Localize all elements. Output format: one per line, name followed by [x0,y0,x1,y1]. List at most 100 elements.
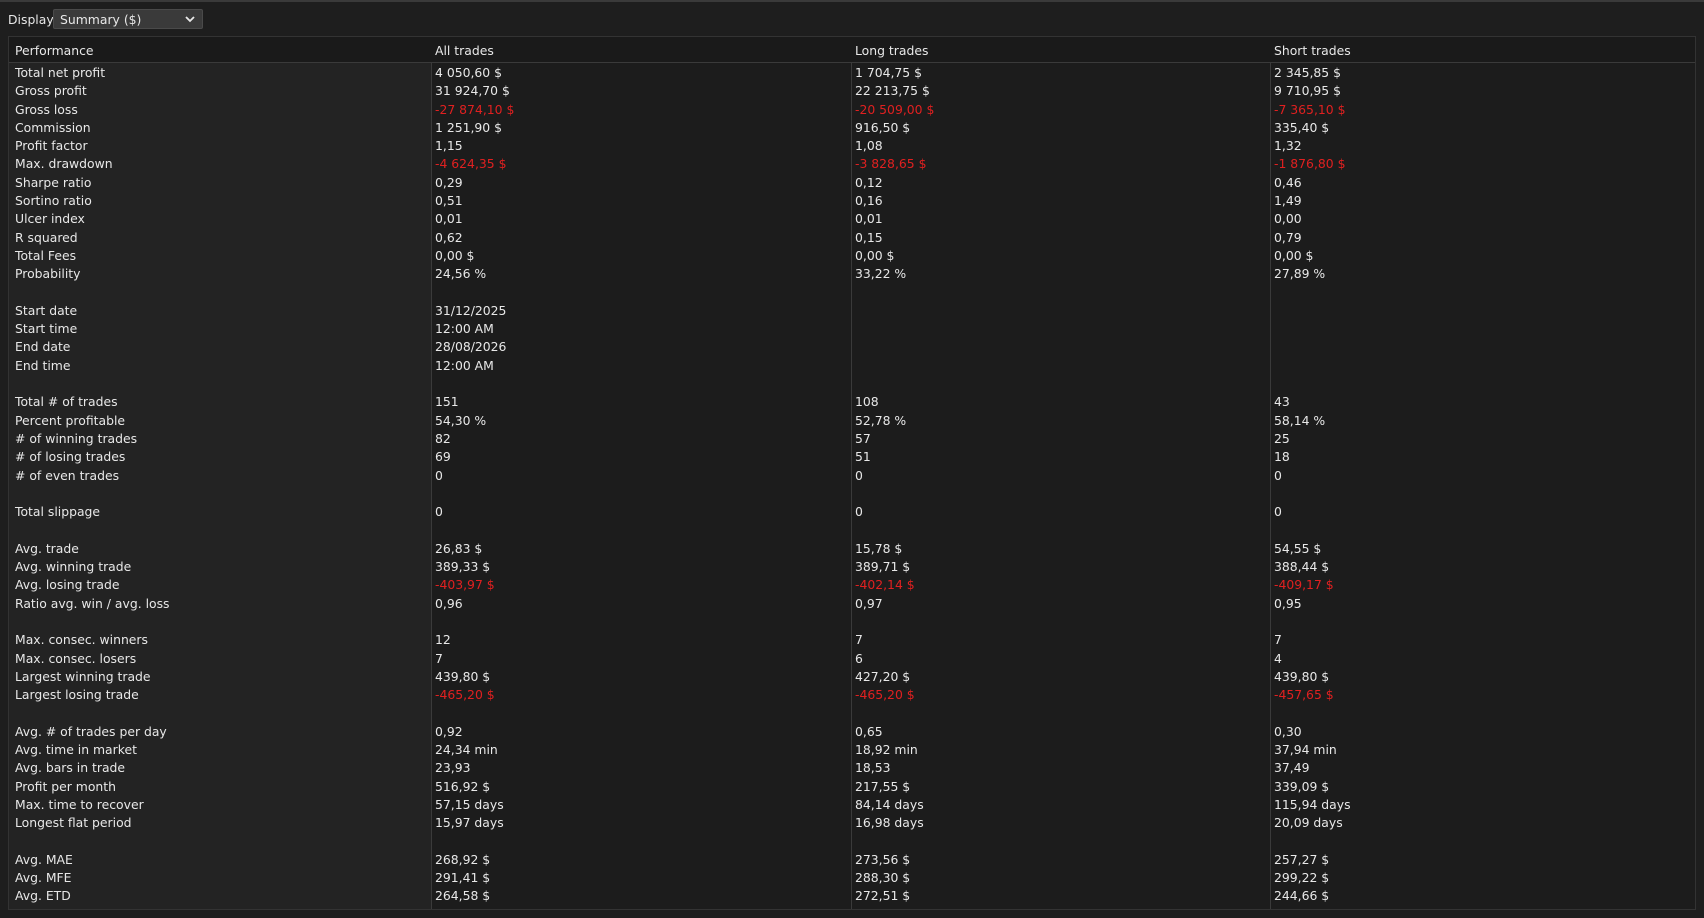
all-trades-value: 0,29 [435,174,463,190]
table-spacer-row [9,832,1695,850]
row-label: # of even trades [15,467,120,483]
short-trades-value: 0,95 [1274,595,1302,611]
long-trades-value: 0,00 $ [855,247,895,263]
row-label: Avg. MAE [15,851,73,867]
row-label: Commission [15,119,91,135]
table-row: Profit per month 516,92 $ 217,55 $ 339,09 $ [9,778,1695,796]
short-trades-value: 0,46 [1274,174,1302,190]
table-row: Commission 1 251,90 $ 916,50 $ 335,40 $ [9,119,1695,137]
table-row: Total net profit 4 050,60 $ 1 704,75 $ 2 34… [9,64,1695,82]
row-label: Max. drawdown [15,156,113,172]
row-label: Sortino ratio [15,193,92,209]
row-label: Avg. time in market [15,741,137,757]
toolbar: Display Summary ($) [0,6,1704,32]
all-trades-value: 0,92 [435,723,463,739]
header-row: Performance All trades Long trades Short… [9,37,1695,63]
short-trades-value: 388,44 $ [1274,559,1330,575]
table-row: Avg. time in market 24,34 min 18,92 min 37,… [9,741,1695,759]
long-trades-value: 0 [855,504,863,520]
long-trades-value: 16,98 days [855,815,924,831]
all-trades-value: 31/12/2025 [435,302,507,318]
all-trades-value: 82 [435,430,451,446]
short-trades-value: 43 [1274,394,1290,410]
table-row: Total # of trades 151 108 43 [9,393,1695,411]
short-trades-value: 20,09 days [1274,815,1343,831]
table-row: # of winning trades 82 57 25 [9,430,1695,448]
table-row: Largest losing trade -465,20 $ -465,20 $ -4… [9,686,1695,704]
all-trades-value: 12:00 AM [435,321,494,337]
short-trades-value: 18 [1274,449,1290,465]
short-trades-value: 25 [1274,430,1290,446]
top-border [0,0,1704,2]
header-all-trades[interactable]: All trades [435,43,494,58]
all-trades-value: -465,20 $ [435,687,495,703]
row-label: Start time [15,321,78,337]
short-trades-value: 37,49 [1274,760,1310,776]
long-trades-value: 108 [855,394,879,410]
short-trades-value: 37,94 min [1274,741,1337,757]
header-short-trades[interactable]: Short trades [1274,43,1351,58]
table-row: Avg. bars in trade 23,93 18,53 37,49 [9,759,1695,777]
table-row: Max. time to recover 57,15 days 84,14 days… [9,796,1695,814]
all-trades-value: 389,33 $ [435,559,491,575]
short-trades-value: 54,55 $ [1274,540,1322,556]
short-trades-value: -7 365,10 $ [1274,101,1346,117]
long-trades-value: 0,15 [855,229,883,245]
table-row: Probability 24,56 % 33,22 % 27,89 % [9,265,1695,283]
table-row: R squared 0,62 0,15 0,79 [9,229,1695,247]
display-dropdown[interactable]: Summary ($) [53,9,203,29]
row-label: Profit per month [15,778,116,794]
table-row: Total slippage 0 0 0 [9,503,1695,521]
short-trades-value: 58,14 % [1274,412,1326,428]
row-label: Avg. # of trades per day [15,723,167,739]
short-trades-value: 0,00 $ [1274,247,1314,263]
long-trades-value: 7 [855,632,863,648]
table-spacer-row [9,485,1695,503]
table-row: Max. drawdown -4 624,35 $ -3 828,65 $ -1 87… [9,155,1695,173]
all-trades-value: 24,56 % [435,266,487,282]
long-trades-value: -465,20 $ [855,687,915,703]
all-trades-value: 268,92 $ [435,851,491,867]
row-label: # of losing trades [15,449,126,465]
table-row: End time 12:00 AM [9,357,1695,375]
short-trades-value: 1,49 [1274,193,1302,209]
long-trades-value: -3 828,65 $ [855,156,927,172]
row-label: Avg. trade [15,540,79,556]
table-row: End date 28/08/2026 [9,338,1695,356]
table-row: Largest winning trade 439,80 $ 427,20 $ 439… [9,668,1695,686]
all-trades-value: 0 [435,504,443,520]
all-trades-value: 264,58 $ [435,888,491,904]
table-row: Ulcer index 0,01 0,01 0,00 [9,210,1695,228]
long-trades-value: 273,56 $ [855,851,911,867]
row-label: Total net profit [15,65,106,80]
all-trades-value: 439,80 $ [435,668,491,684]
header-long-trades[interactable]: Long trades [855,43,928,58]
all-trades-value: 0,01 [435,211,463,227]
short-trades-value: -457,65 $ [1274,687,1334,703]
row-label: Longest flat period [15,815,132,831]
long-trades-value: 0,65 [855,723,883,739]
row-label: Gross loss [15,101,78,117]
header-performance[interactable]: Performance [15,43,94,58]
table-row: Sharpe ratio 0,29 0,12 0,46 [9,174,1695,192]
all-trades-value: 57,15 days [435,796,504,812]
long-trades-value: 33,22 % [855,266,907,282]
long-trades-value: 0 [855,467,863,483]
row-label: Profit factor [15,138,88,154]
table-row: # of losing trades 69 51 18 [9,448,1695,466]
row-label: Max. consec. winners [15,632,148,648]
short-trades-value: 115,94 days [1274,796,1351,812]
all-trades-value: 0,96 [435,595,463,611]
table-row: Start time 12:00 AM [9,320,1695,338]
short-trades-value: 244,66 $ [1274,888,1330,904]
all-trades-value: -27 874,10 $ [435,101,515,117]
table-row: Avg. trade 26,83 $ 15,78 $ 54,55 $ [9,540,1695,558]
all-trades-value: 12:00 AM [435,357,494,373]
short-trades-value: 0,79 [1274,229,1302,245]
long-trades-value: 15,78 $ [855,540,903,556]
all-trades-value: 12 [435,632,451,648]
long-trades-value: 57 [855,430,871,446]
table-row: Longest flat period 15,97 days 16,98 days 2… [9,814,1695,832]
short-trades-value: 0 [1274,504,1282,520]
table-row: Sortino ratio 0,51 0,16 1,49 [9,192,1695,210]
